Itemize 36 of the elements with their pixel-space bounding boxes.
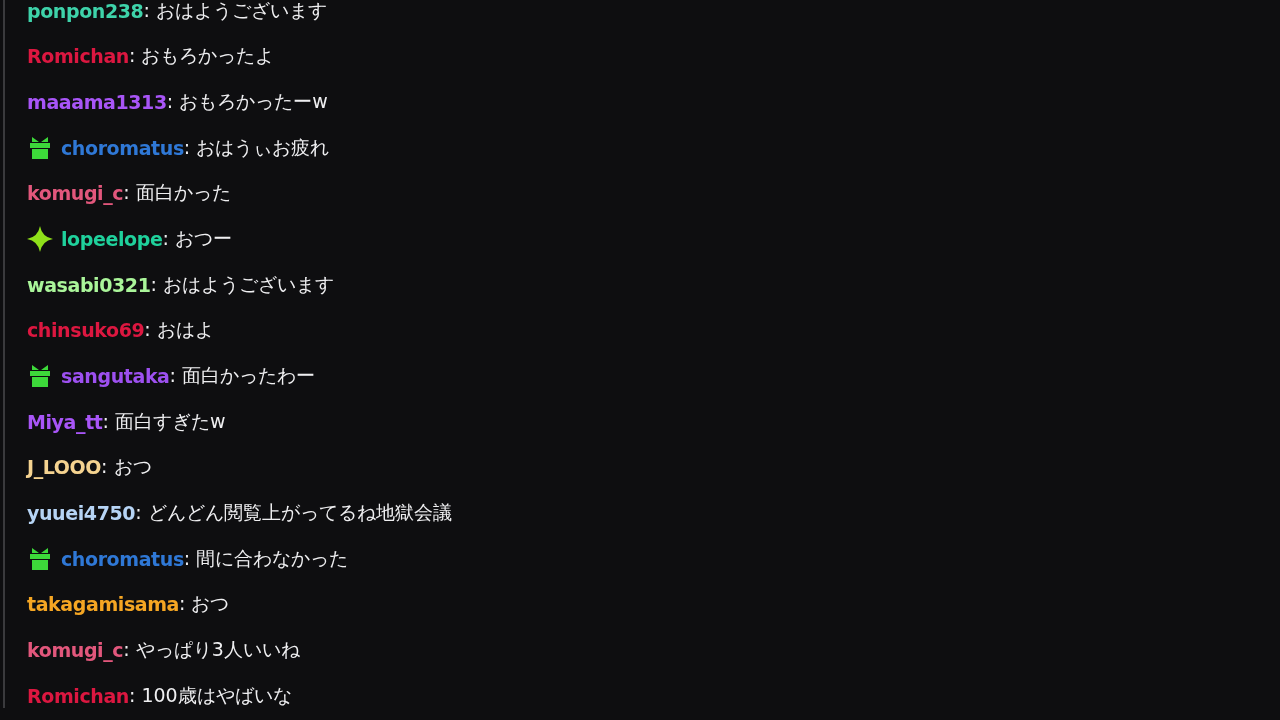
gift-icon — [27, 134, 53, 161]
chat-message: : おつー — [162, 226, 232, 252]
chat-username[interactable]: maaama1313 — [27, 91, 167, 114]
chat-message: : おはうぃお疲れ — [183, 134, 330, 160]
chat-username[interactable]: Romichan — [27, 684, 129, 707]
chat-username[interactable]: Miya_tt — [27, 410, 103, 433]
gift-icon — [27, 545, 53, 572]
chat-message: : おもろかったーw — [166, 89, 328, 115]
chat-message: : おはようございます — [143, 0, 327, 21]
chat-message: : 面白すぎたw — [102, 408, 226, 432]
chat-message: : 面白かった — [123, 180, 231, 204]
chat-message: : 面白かったわー — [169, 363, 315, 389]
chat-username[interactable]: sangutaka — [61, 365, 170, 388]
chat-message: : おはようございます — [150, 271, 334, 297]
chat-username[interactable]: J_LOOO — [27, 456, 102, 479]
sparkle-icon — [27, 226, 53, 253]
chat-username[interactable]: choromatus — [61, 547, 184, 570]
chat-username[interactable]: choromatus — [61, 136, 184, 159]
chat-message: : やっぱり3人いいね — [123, 637, 300, 660]
chat-message: : おつ — [179, 591, 230, 617]
chat-username[interactable]: komugi_c — [27, 639, 124, 661]
chat-username[interactable]: wasabi0321 — [27, 273, 151, 296]
chat-username[interactable]: chinsuko69 — [27, 319, 145, 342]
chat-username[interactable]: Romichan — [27, 45, 129, 68]
chat-message: : 100歳はやばいな — [128, 682, 292, 708]
chat-username[interactable]: yuuei4750 — [27, 502, 136, 525]
chat-message: : どんどん閲覧上がってるね地獄会議 — [135, 500, 452, 526]
chat-message: : おもろかったよ — [128, 43, 275, 69]
chat-message: : おつ — [101, 454, 152, 478]
gift-icon — [27, 363, 53, 390]
chat-username[interactable]: takagamisama — [27, 593, 180, 616]
chat-username[interactable]: ponpon238 — [27, 0, 144, 22]
chat-message: : 間に合わなかった — [183, 545, 349, 571]
chat-username[interactable]: lopeelope — [61, 228, 163, 251]
chat-username[interactable]: komugi_c — [27, 182, 124, 205]
chat-message: : おはよ — [144, 317, 214, 343]
